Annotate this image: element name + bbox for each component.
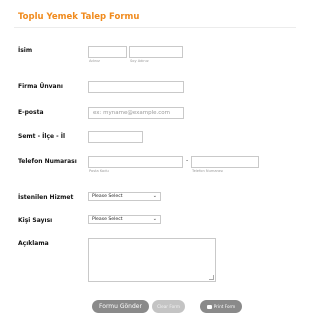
print-button[interactable]: Print Form — [200, 300, 242, 313]
service-label: İstenilen Hizmet — [18, 194, 74, 201]
people-select-value: Please Select — [92, 217, 123, 222]
phone-area-sublabel: Posta Kodu — [89, 169, 109, 173]
form-title: Toplu Yemek Talep Formu — [18, 12, 140, 22]
printer-icon — [206, 304, 212, 309]
description-label: Açıklama — [18, 240, 49, 247]
phone-number-input[interactable] — [191, 156, 259, 168]
people-label: Kişi Sayısı — [18, 217, 53, 224]
location-input[interactable] — [88, 131, 143, 143]
phone-separator: - — [186, 157, 189, 164]
last-name-input[interactable] — [129, 46, 183, 58]
company-input[interactable] — [88, 81, 184, 93]
location-label: Semt - İlçe - İl — [18, 133, 66, 140]
phone-area-input[interactable] — [88, 156, 183, 168]
people-select[interactable]: Please Select ⌄ — [88, 215, 161, 224]
resize-handle[interactable] — [209, 275, 214, 280]
name-label: İsim — [18, 47, 33, 54]
clear-button[interactable]: Clear Form — [152, 300, 185, 313]
service-select-value: Please Select — [92, 194, 123, 199]
email-input[interactable]: ex: myname@example.com — [88, 107, 184, 119]
chevron-down-icon: ⌄ — [152, 193, 157, 199]
title-divider — [14, 27, 296, 28]
description-textarea[interactable] — [88, 238, 216, 282]
company-label: Firma Ünvanı — [18, 83, 63, 90]
first-name-input[interactable] — [88, 46, 127, 58]
phone-number-sublabel: Telefon Numarası — [192, 169, 224, 173]
first-name-sublabel: Adınız — [89, 59, 100, 63]
phone-label: Telefon Numarası — [18, 158, 77, 165]
email-label: E-posta — [18, 109, 44, 116]
chevron-down-icon: ⌄ — [152, 216, 157, 222]
last-name-sublabel: Soy Adınız — [130, 59, 149, 63]
service-select[interactable]: Please Select ⌄ — [88, 192, 161, 201]
print-button-label: Print Form — [213, 304, 236, 309]
submit-button[interactable]: Formu Gönder — [92, 300, 149, 313]
